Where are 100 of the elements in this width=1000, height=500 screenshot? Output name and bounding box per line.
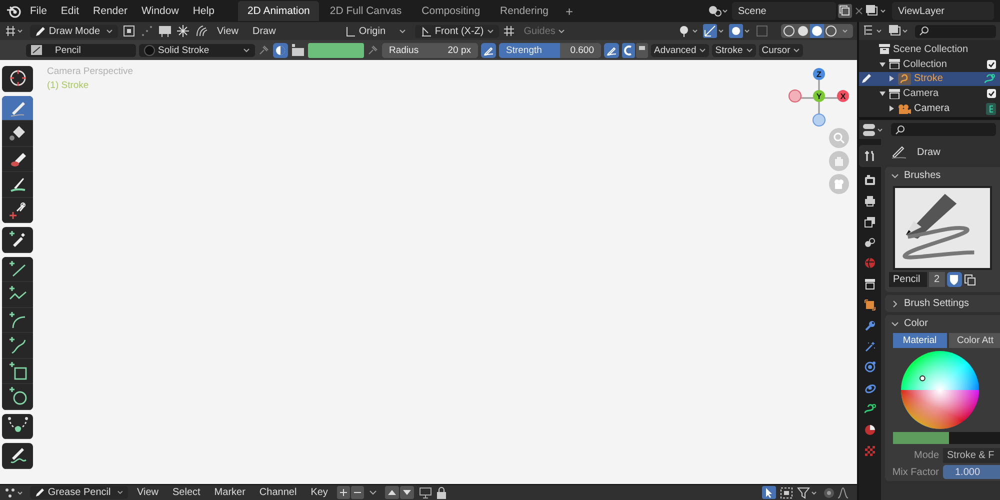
search-field[interactable] [891, 123, 996, 136]
brush-name-field[interactable]: Pencil [889, 272, 927, 287]
outliner-label[interactable]: Camera [903, 88, 984, 100]
view-layer-field[interactable]: ViewLayer [892, 2, 994, 20]
pressure-button[interactable] [481, 42, 496, 58]
outliner-label[interactable]: Collection [903, 58, 984, 70]
visibility-icon[interactable] [677, 24, 699, 38]
add-workspace-button[interactable]: + [560, 2, 580, 20]
expanded-arrow-icon[interactable] [879, 90, 886, 98]
brush-selector[interactable]: Pencil [26, 44, 136, 56]
color-swatch[interactable] [893, 432, 1000, 444]
settings-dropdown[interactable]: Cursor [758, 44, 804, 56]
settings-dropdown[interactable]: Advanced [651, 44, 710, 56]
lock-icon[interactable] [436, 486, 447, 498]
menu-item[interactable]: View [212, 24, 244, 38]
pin-icon[interactable] [258, 44, 270, 56]
cycle-icon[interactable] [622, 42, 648, 58]
outliner-label[interactable]: Camera [914, 103, 983, 114]
stroke-frame-icon[interactable] [122, 24, 136, 38]
color-mode-tab[interactable]: Material [893, 333, 946, 348]
outliner-row[interactable]: Camera [859, 101, 1000, 116]
fake-user-button[interactable] [946, 272, 962, 287]
monitor-icon[interactable] [418, 486, 432, 498]
material-selector[interactable]: Solid Stroke [139, 44, 255, 56]
menu-item[interactable]: Help [186, 3, 220, 19]
outliner-row[interactable]: Collection [859, 56, 1000, 72]
editor-mode-dropdown[interactable]: Grease Pencil [30, 486, 128, 499]
pencil-tool[interactable] [2, 96, 33, 121]
menu-item[interactable]: File [24, 3, 53, 19]
orientation-dropdown[interactable]: Front (X-Z) [414, 24, 499, 38]
menu-item[interactable]: Draw [248, 24, 281, 38]
scene-field[interactable]: Scene [732, 2, 836, 20]
grid-icon[interactable] [502, 25, 515, 37]
camera-data-icon[interactable] [986, 102, 996, 115]
close-icon[interactable] [854, 6, 864, 16]
gizmo-icon[interactable] [703, 24, 725, 38]
panel-header[interactable]: Brushes [885, 167, 1000, 184]
overlay-icon[interactable] [729, 24, 751, 38]
settings-dropdown[interactable]: Stroke [712, 44, 756, 56]
duplicate-icon[interactable] [838, 4, 852, 18]
snowflake-icon[interactable] [176, 24, 190, 38]
workspace-tab[interactable]: Compositing [412, 1, 490, 21]
chevron-right-icon[interactable] [891, 300, 899, 308]
expanded-arrow-icon[interactable] [879, 60, 886, 68]
frame-select-icon[interactable] [780, 486, 793, 498]
chevron-down-icon[interactable] [891, 172, 899, 180]
workspace-tab[interactable]: Rendering [491, 1, 558, 21]
menu-item[interactable]: Key [306, 486, 333, 499]
mix-factor-slider[interactable]: 1.000 [943, 465, 1000, 479]
strength-slider[interactable]: Strength 0.600 [499, 42, 601, 58]
pivot-dropdown[interactable]: Origin [338, 24, 411, 38]
shading-buttons-icon[interactable] [781, 24, 853, 38]
multiframe-icon[interactable] [158, 24, 172, 38]
color-mode-button[interactable] [273, 42, 288, 58]
outliner-label[interactable]: Stroke [914, 73, 980, 84]
color-mode-tab[interactable]: Color Att [948, 333, 1000, 348]
checkbox[interactable] [987, 60, 996, 69]
mode-dropdown[interactable]: Stroke & F [943, 448, 1000, 463]
search-field[interactable] [915, 24, 996, 38]
circle-tool[interactable] [2, 384, 33, 410]
mode-dropdown[interactable]: Draw Mode [30, 24, 118, 38]
menu-item[interactable]: Window [135, 3, 185, 19]
color-swatch[interactable] [308, 42, 364, 58]
images-icon [864, 216, 876, 228]
filter-icon[interactable] [797, 486, 819, 498]
radius-field[interactable]: Radius 20 px [382, 42, 478, 58]
pressure-button[interactable] [604, 42, 619, 58]
onion-icon[interactable] [194, 24, 208, 38]
pencil-brush-drawing[interactable] [893, 186, 992, 270]
workspace-tab[interactable]: 2D Animation [238, 1, 319, 21]
menu-item[interactable]: View [132, 486, 164, 499]
menu-item[interactable]: Edit [54, 3, 86, 19]
outliner-label[interactable]: Scene Collection [893, 44, 996, 55]
duplicate-icon[interactable] [964, 274, 976, 286]
menu-item[interactable]: Render [87, 3, 134, 19]
pin-icon[interactable] [367, 44, 379, 56]
panel-header[interactable]: Brush Settings [885, 295, 1000, 312]
menu-item[interactable]: Channel [254, 486, 302, 499]
chevron-down-icon[interactable] [891, 320, 899, 328]
move-arrows-icon[interactable] [384, 486, 415, 499]
scene-icon[interactable] [708, 5, 730, 17]
stroke-data-icon[interactable] [983, 72, 996, 85]
tools-tab[interactable] [859, 145, 881, 167]
outliner-row[interactable]: Camera [859, 86, 1000, 102]
outliner-row[interactable]: Stroke [859, 72, 1000, 86]
properties-editor-icon[interactable] [863, 124, 885, 136]
checkbox[interactable] [987, 89, 996, 98]
workspace-tab[interactable]: 2D Full Canvas [320, 1, 411, 21]
menu-item[interactable]: Marker [209, 486, 250, 499]
axis-gizmo-drawing[interactable]: Z Y X [787, 66, 851, 128]
outliner-row[interactable]: Scene Collection [859, 42, 1000, 57]
vertex-paint-icon[interactable] [291, 44, 305, 56]
line-tool[interactable] [2, 256, 33, 282]
collapsed-arrow-icon[interactable] [888, 75, 895, 82]
arc-icon [8, 310, 28, 330]
panel-header[interactable]: Color [885, 315, 1000, 332]
menu-item[interactable]: Select [168, 486, 206, 499]
color-wheel[interactable] [901, 351, 979, 429]
collapsed-arrow-icon[interactable] [888, 105, 895, 112]
user-count[interactable]: 2 [929, 272, 945, 287]
